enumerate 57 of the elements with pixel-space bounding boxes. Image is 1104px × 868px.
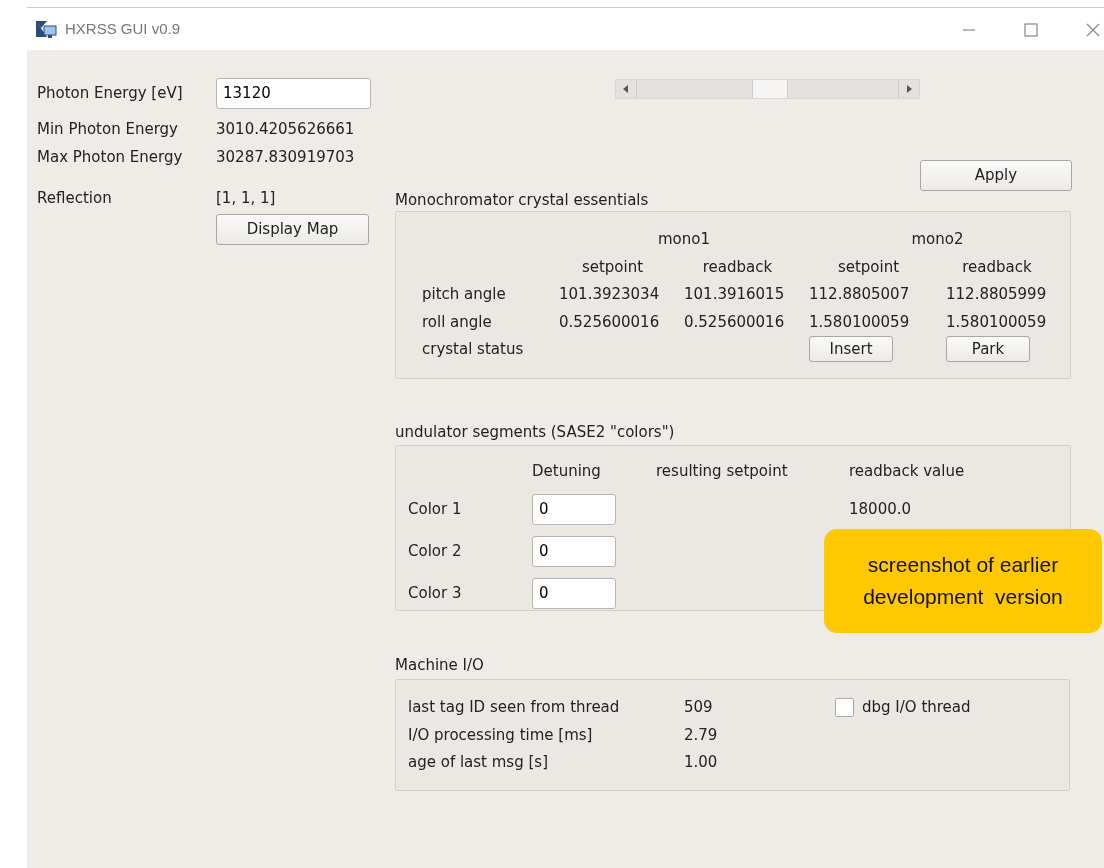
column-header: readback value — [849, 461, 966, 482]
field-label: Max Photon Energy — [37, 146, 184, 168]
group-header: mono2 — [910, 229, 965, 250]
group-header: mono1 — [657, 229, 711, 250]
field-label: Min Photon Energy — [37, 118, 179, 140]
field-label: Reflection — [37, 187, 113, 209]
row-label: roll angle — [422, 311, 493, 333]
detuning-input[interactable]: 0 — [532, 493, 616, 525]
detuning-input[interactable]: 0 — [532, 535, 616, 567]
field-label: Photon Energy [eV] — [37, 82, 184, 104]
column-header: readback — [701, 256, 774, 278]
table-cell-text: 101.3916015 — [684, 284, 786, 305]
energy-input[interactable]: 13120 — [216, 77, 371, 109]
table-cell-text: 0.525600016 — [559, 311, 661, 333]
field-value: 30287.830919703 — [216, 146, 355, 168]
field-value: 1.00 — [684, 752, 719, 773]
debug-checkbox[interactable]: dbg I/O thread — [835, 694, 1075, 722]
app-icon — [35, 19, 57, 39]
field-value: 509 — [684, 697, 714, 718]
horizontal-scrollbar[interactable] — [615, 79, 920, 99]
section-title: undulator segments (SASE2 "colors") — [395, 422, 676, 443]
column-header: setpoint — [580, 256, 645, 278]
close-icon[interactable] — [1085, 22, 1101, 38]
insert-button[interactable]: Insert — [809, 336, 893, 362]
scrollbar-thumb[interactable] — [752, 80, 788, 98]
column-header: resulting setpoint — [656, 461, 789, 482]
callout-text: development version — [863, 584, 1063, 610]
row-label: Color 3 — [408, 582, 463, 604]
row-label: age of last msg [s] — [408, 752, 549, 773]
display-map-button[interactable]: Display Map — [216, 213, 369, 245]
row-label: Color 2 — [408, 540, 463, 562]
table-cell-text: 112.8805999 — [946, 284, 1048, 305]
maximize-icon[interactable] — [1023, 22, 1039, 38]
table-cell-text: 0.525600016 — [684, 311, 786, 333]
section-title: Machine I/O — [395, 655, 485, 676]
row-label: last tag ID seen from thread — [408, 697, 621, 718]
row-label: I/O processing time [ms] — [408, 724, 594, 746]
field-value: 3010.4205626661 — [216, 118, 355, 140]
table-cell-text: 1.580100059 — [946, 311, 1048, 333]
column-header: Detuning — [532, 461, 602, 482]
park-button[interactable]: Park — [946, 336, 1030, 362]
row-label: crystal status — [422, 339, 525, 360]
detuning-input[interactable]: 0 — [532, 577, 616, 609]
callout-text: screenshot of earlier — [867, 552, 1059, 578]
field-value: 2.79 — [684, 724, 719, 746]
section-title: Monochromator crystal essentials — [395, 190, 650, 211]
table-cell-text: 1.580100059 — [809, 311, 911, 333]
table-cell-text: 101.3923034 — [559, 284, 661, 305]
row-label: Color 1 — [408, 498, 463, 520]
table-cell-text: 112.8805007 — [809, 284, 911, 305]
row-label: pitch angle — [422, 284, 507, 305]
column-header: setpoint — [836, 256, 901, 278]
field-value: [1, 1, 1] — [216, 187, 276, 209]
apply-button[interactable]: Apply — [920, 160, 1072, 191]
column-header: readback — [961, 256, 1033, 278]
window-title: HXRSS GUI v0.9 — [65, 18, 181, 39]
readback-value: 18000.0 — [849, 498, 913, 520]
